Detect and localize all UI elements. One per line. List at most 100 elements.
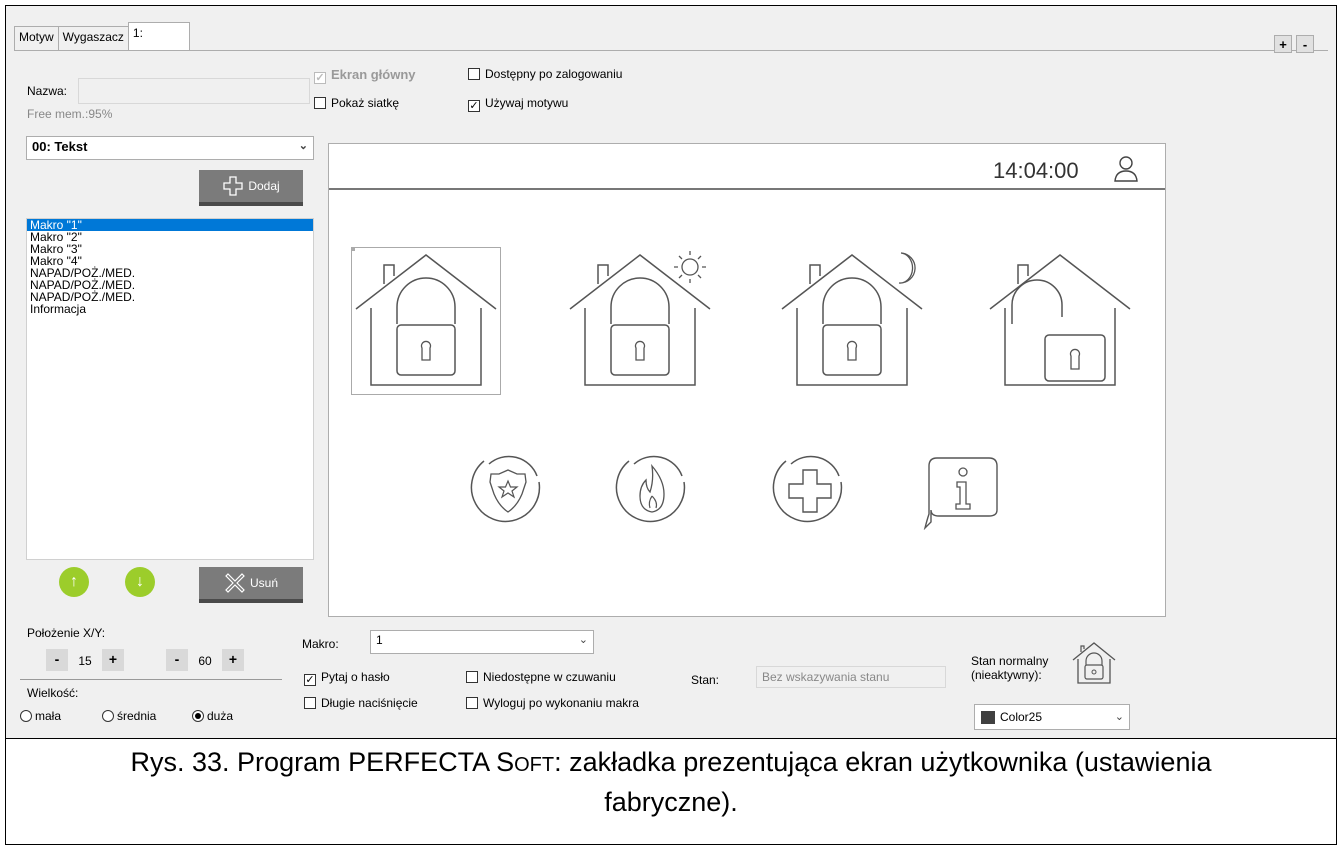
- radio-large[interactable]: [192, 710, 204, 722]
- list-item[interactable]: Informacja: [27, 303, 313, 315]
- tab-motyw[interactable]: Motyw: [14, 26, 59, 50]
- radio-small[interactable]: [20, 710, 32, 722]
- radio-medium[interactable]: [102, 710, 114, 722]
- name-label: Nazwa:: [27, 84, 68, 98]
- fire-icon[interactable]: [614, 452, 692, 530]
- tab-wygaszacz[interactable]: Wygaszacz: [57, 26, 129, 50]
- element-type-value: 00: Tekst: [32, 139, 88, 154]
- size-medium-label: średnia: [117, 709, 157, 723]
- caption-smallcaps: OFT: [514, 754, 555, 776]
- x-outline-icon: [225, 573, 245, 593]
- house-lock-day-icon[interactable]: [565, 247, 715, 395]
- chevron-down-icon: ⌄: [578, 634, 588, 646]
- delete-button-label: Usuń: [249, 576, 278, 590]
- long-press-label: Długie naciśnięcie: [321, 696, 418, 710]
- checkbox-unchecked: [468, 68, 480, 80]
- chevron-down-icon: ⌄: [298, 140, 308, 152]
- house-lock-icon[interactable]: [351, 247, 501, 395]
- checkbox-checked-disabled: ✓: [314, 72, 326, 84]
- header-divider: [329, 188, 1165, 190]
- name-input[interactable]: [78, 78, 310, 104]
- move-up-button[interactable]: ↑: [59, 567, 89, 597]
- add-button[interactable]: Dodaj: [199, 170, 303, 206]
- remove-tab-button[interactable]: -: [1296, 35, 1314, 53]
- tab-divider: [14, 50, 1328, 51]
- macro-value: 1: [376, 633, 383, 647]
- unavailable-armed-checkbox[interactable]: Niedostępne w czuwaniu: [466, 670, 616, 684]
- normal-state-label: Stan normalny (nieaktywny):: [971, 654, 1048, 682]
- ask-password-checkbox[interactable]: ✓ Pytaj o hasło: [304, 670, 390, 686]
- unavailable-armed-label: Niedostępne w czuwaniu: [483, 670, 616, 684]
- state-label: Stan:: [691, 673, 720, 687]
- caption-line2: fabryczne).: [604, 787, 738, 817]
- free-mem-label: Free mem.:95%: [27, 107, 113, 121]
- show-grid-label: Pokaż siatkę: [331, 96, 400, 110]
- add-tab-button[interactable]: +: [1274, 35, 1292, 53]
- user-icon[interactable]: [1112, 154, 1140, 184]
- checkbox-unchecked: [314, 97, 326, 109]
- logout-after-label: Wyloguj po wykonaniu makra: [483, 696, 639, 710]
- state-field[interactable]: Bez wskazywania stanu: [756, 666, 946, 688]
- element-type-select[interactable]: 00: Tekst ⌄: [26, 136, 314, 160]
- normal-state-line2: (nieaktywny):: [971, 668, 1042, 682]
- caption-text: : zakładka prezentująca ekran użytkownik…: [554, 747, 1212, 777]
- logout-after-checkbox[interactable]: Wyloguj po wykonaniu makra: [466, 696, 639, 710]
- y-value[interactable]: 60: [194, 654, 216, 668]
- size-label: Wielkość:: [27, 686, 79, 700]
- medical-icon[interactable]: [771, 452, 849, 530]
- show-grid-checkbox[interactable]: Pokaż siatkę: [314, 96, 399, 110]
- size-large-label: duża: [207, 709, 234, 723]
- x-decrement-button[interactable]: -: [46, 649, 68, 671]
- app-window: Motyw Wygaszacz 1: + - Nazwa: Free mem.:…: [6, 6, 1336, 739]
- color-value: Color25: [1000, 710, 1043, 724]
- clock-display: 14:04:00: [993, 158, 1079, 183]
- checkbox-checked: ✓: [304, 674, 316, 686]
- checkbox-unchecked: [466, 697, 478, 709]
- use-theme-checkbox[interactable]: ✓ Używaj motywu: [468, 96, 568, 112]
- element-list[interactable]: Makro "1" Makro "2" Makro "3" Makro "4" …: [26, 218, 314, 560]
- arrow-down-icon: ↓: [136, 573, 144, 590]
- add-button-label: Dodaj: [248, 179, 280, 193]
- main-screen-checkbox[interactable]: ✓ Ekran główny: [314, 67, 416, 84]
- screen-preview[interactable]: 14:04:00: [328, 143, 1166, 617]
- macro-label: Makro:: [302, 637, 339, 651]
- house-unlock-icon[interactable]: [985, 247, 1135, 395]
- house-lock-icon[interactable]: [1070, 640, 1118, 686]
- delete-button[interactable]: Usuń: [199, 567, 303, 603]
- chevron-down-icon: ⌄: [1114, 711, 1124, 723]
- figure-caption: Rys. 33. Program PERFECTA SOFT: zakładka…: [6, 744, 1336, 821]
- size-option-large[interactable]: duża: [192, 709, 233, 723]
- tab-bar: Motyw Wygaszacz 1:: [14, 22, 190, 50]
- long-press-checkbox[interactable]: Długie naciśnięcie: [304, 696, 418, 710]
- main-screen-label: Ekran główny: [331, 67, 416, 82]
- tab-screen-1[interactable]: 1:: [127, 22, 190, 50]
- move-down-button[interactable]: ↓: [125, 567, 155, 597]
- y-increment-button[interactable]: +: [222, 649, 244, 671]
- color-select[interactable]: Color25 ⌄: [974, 704, 1130, 730]
- house-lock-night-icon[interactable]: [777, 247, 927, 395]
- arrow-up-icon: ↑: [70, 573, 78, 590]
- use-theme-label: Używaj motywu: [485, 96, 569, 110]
- after-login-checkbox[interactable]: Dostępny po zalogowaniu: [468, 67, 622, 81]
- plus-outline-icon: [223, 176, 243, 196]
- caption-line1: Rys. 33. Program PERFECTA SOFT: zakładka…: [6, 744, 1336, 784]
- checkbox-unchecked: [304, 697, 316, 709]
- y-decrement-button[interactable]: -: [166, 649, 188, 671]
- ask-password-label: Pytaj o hasło: [321, 670, 390, 684]
- x-value[interactable]: 15: [74, 654, 96, 668]
- checkbox-checked: ✓: [468, 100, 480, 112]
- police-icon[interactable]: [469, 452, 547, 530]
- size-small-label: mała: [35, 709, 62, 723]
- macro-select[interactable]: 1 ⌄: [370, 630, 594, 654]
- after-login-label: Dostępny po zalogowaniu: [485, 67, 623, 81]
- normal-state-line1: Stan normalny: [971, 654, 1049, 668]
- info-icon[interactable]: [923, 454, 1005, 530]
- divider: [20, 679, 282, 680]
- checkbox-unchecked: [466, 671, 478, 683]
- caption-text: Rys. 33. Program PERFECTA S: [130, 747, 515, 777]
- size-option-small[interactable]: mała: [20, 709, 61, 723]
- position-label: Położenie X/Y:: [27, 626, 106, 640]
- size-option-medium[interactable]: średnia: [102, 709, 156, 723]
- color-swatch: [981, 711, 995, 724]
- x-increment-button[interactable]: +: [102, 649, 124, 671]
